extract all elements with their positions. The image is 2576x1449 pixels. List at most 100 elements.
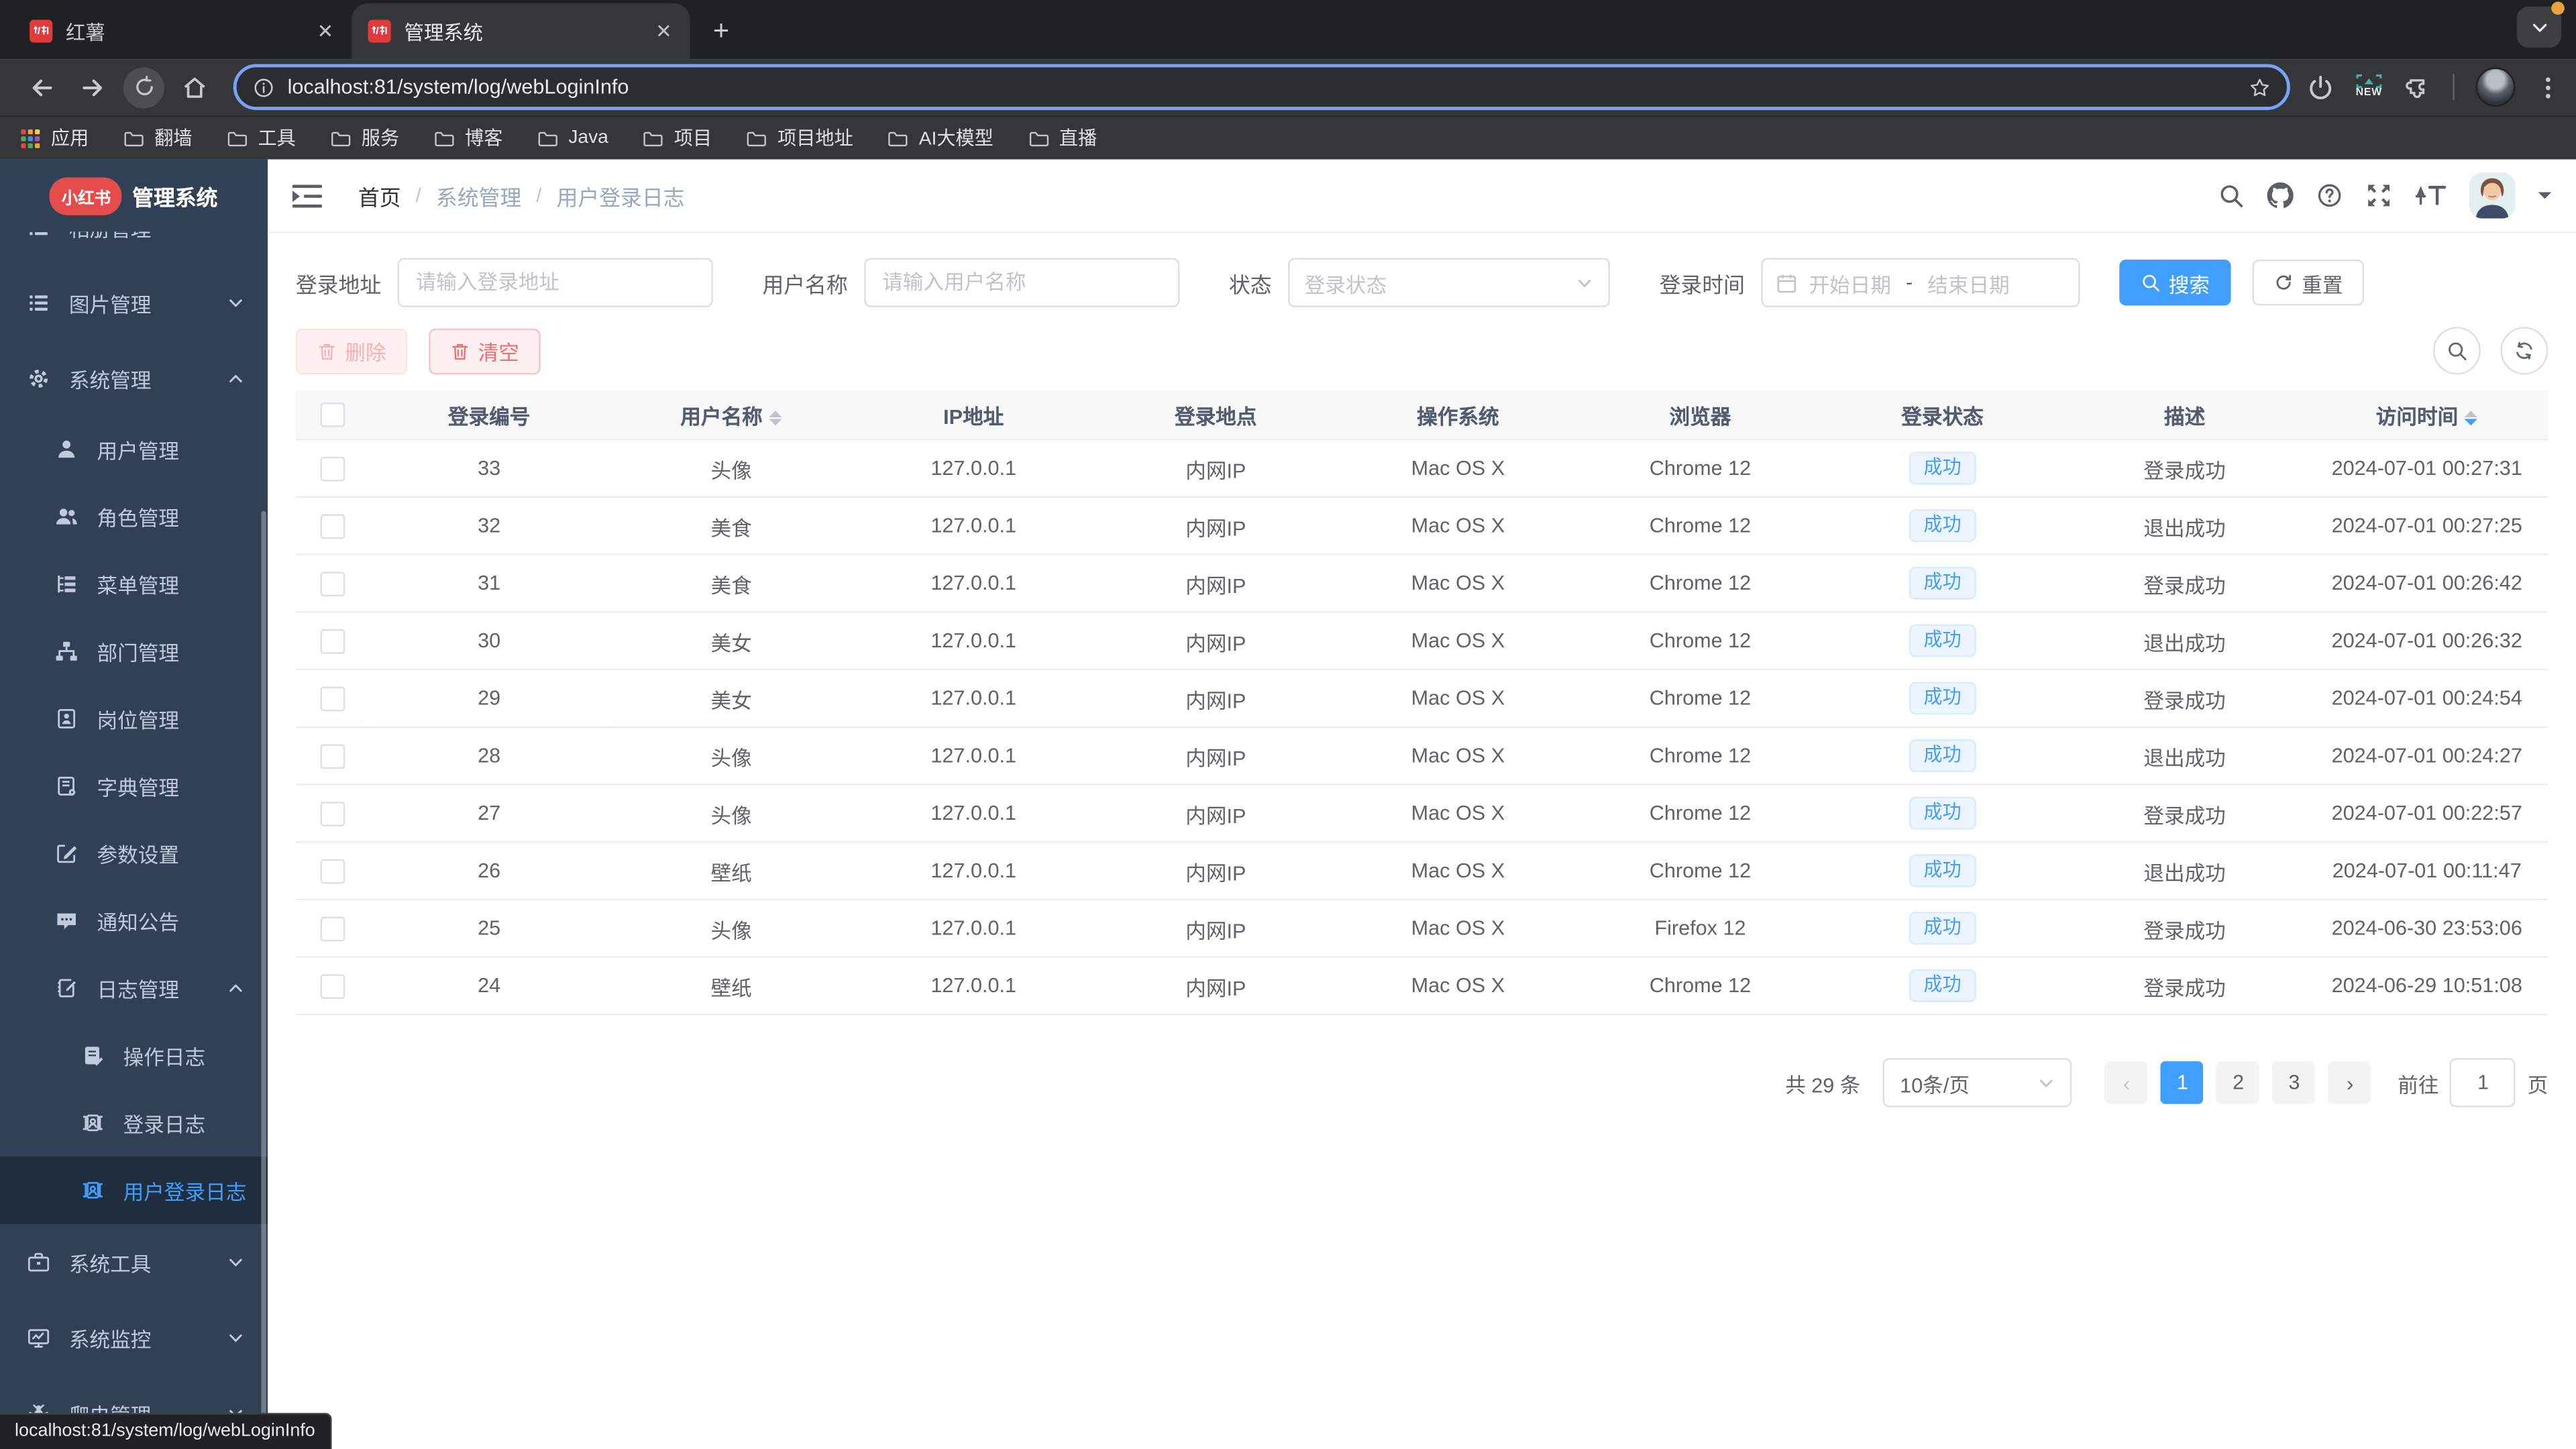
window-chevron-button[interactable] bbox=[2516, 1, 2565, 48]
select-all-checkbox[interactable] bbox=[319, 402, 345, 427]
browser-tab-2-active[interactable]: 管理系统 ✕ bbox=[352, 3, 690, 60]
sidebar-scrollbar[interactable] bbox=[261, 511, 266, 1449]
row-checkbox[interactable] bbox=[319, 686, 345, 711]
table-row[interactable]: 30 美女 127.0.0.1 内网IP Mac OS X Chrome 12 成功 退出成功… bbox=[295, 612, 2548, 671]
sidebar-item-通知公告[interactable]: 通知公告 bbox=[0, 887, 268, 954]
new-extension-icon[interactable]: NEW bbox=[2356, 74, 2382, 100]
column-header-用户名称[interactable]: 用户名称 bbox=[610, 390, 853, 440]
sidebar-item-相册管理[interactable]: 相册管理 bbox=[0, 231, 268, 264]
row-checkbox[interactable] bbox=[319, 628, 345, 653]
page-size-select[interactable]: 10条/页 bbox=[1883, 1058, 2073, 1108]
forward-icon[interactable] bbox=[79, 73, 107, 101]
cell-status: 成功 bbox=[1821, 842, 2064, 901]
table-row[interactable]: 33 头像 127.0.0.1 内网IP Mac OS X Chrome 12 成功 登录成功… bbox=[295, 438, 2548, 498]
fullscreen-icon[interactable] bbox=[2366, 182, 2392, 209]
row-checkbox[interactable] bbox=[319, 973, 345, 998]
sidebar-item-参数设置[interactable]: 参数设置 bbox=[0, 820, 268, 887]
column-header-访问时间[interactable]: 访问时间 bbox=[2306, 390, 2548, 440]
sidebar-item-操作日志[interactable]: 操作日志 bbox=[0, 1022, 268, 1089]
kebab-menu-icon[interactable] bbox=[2536, 73, 2559, 101]
sidebar-fold-icon[interactable] bbox=[292, 183, 323, 208]
sidebar-item-系统监控[interactable]: 系统监控 bbox=[0, 1299, 268, 1375]
search-button[interactable]: 搜索 bbox=[2119, 259, 2231, 306]
row-checkbox[interactable] bbox=[319, 513, 345, 539]
bookmark-item[interactable]: 服务 bbox=[330, 125, 399, 151]
power-extension-icon[interactable] bbox=[2306, 73, 2334, 101]
status-select[interactable]: 登录状态 bbox=[1288, 258, 1611, 307]
bookmark-item[interactable]: 项目 bbox=[643, 125, 712, 151]
tab-close-icon[interactable]: ✕ bbox=[651, 18, 677, 44]
sidebar-item-角色管理[interactable]: 角色管理 bbox=[0, 483, 268, 550]
prev-page-button[interactable]: ‹ bbox=[2105, 1061, 2148, 1104]
sort-carets-icon[interactable] bbox=[769, 411, 783, 426]
search-icon[interactable] bbox=[2218, 182, 2244, 209]
show-search-button[interactable] bbox=[2432, 327, 2481, 375]
tab-close-icon[interactable]: ✕ bbox=[312, 18, 338, 44]
table-row[interactable]: 31 美食 127.0.0.1 内网IP Mac OS X Chrome 12 成功 登录成功… bbox=[295, 554, 2548, 613]
font-size-icon[interactable] bbox=[2415, 182, 2447, 209]
login-address-input[interactable] bbox=[397, 258, 713, 307]
user-avatar[interactable] bbox=[2469, 172, 2516, 219]
table-row[interactable]: 24 壁纸 127.0.0.1 内网IP Mac OS X Chrome 12 成功 登录成功… bbox=[295, 957, 2548, 1016]
sort-carets-icon[interactable] bbox=[2465, 411, 2478, 426]
github-icon[interactable] bbox=[2267, 182, 2294, 209]
address-bar[interactable]: localhost:81/system/log/webLoginInfo bbox=[233, 64, 2290, 111]
help-icon[interactable] bbox=[2316, 182, 2343, 209]
page-button-3[interactable]: 3 bbox=[2273, 1061, 2316, 1104]
site-info-icon[interactable] bbox=[253, 76, 274, 98]
goto-page-input[interactable] bbox=[2450, 1058, 2516, 1108]
clear-button[interactable]: 清空 bbox=[429, 327, 541, 374]
sidebar-item-系统工具[interactable]: 系统工具 bbox=[0, 1224, 268, 1299]
page-button-2[interactable]: 2 bbox=[2216, 1061, 2260, 1104]
home-icon[interactable] bbox=[180, 73, 209, 101]
sidebar-item-岗位管理[interactable]: 岗位管理 bbox=[0, 685, 268, 752]
breadcrumb-item[interactable]: 首页 bbox=[358, 180, 401, 211]
sidebar-logo[interactable]: 小红书 管理系统 bbox=[0, 160, 268, 232]
refresh-table-button[interactable] bbox=[2500, 327, 2548, 375]
row-checkbox[interactable] bbox=[319, 801, 345, 826]
bookmark-item[interactable]: 翻墙 bbox=[123, 125, 193, 151]
table-row[interactable]: 29 美女 127.0.0.1 内网IP Mac OS X Chrome 12 成功 登录成功… bbox=[295, 669, 2548, 728]
checkbox-cell bbox=[295, 899, 368, 958]
sidebar-item-日志管理[interactable]: 日志管理 bbox=[0, 955, 268, 1022]
login-time-range-picker[interactable]: 开始日期 - 结束日期 bbox=[1761, 258, 2080, 307]
extensions-puzzle-icon[interactable] bbox=[2404, 73, 2432, 101]
sidebar-item-用户登录日志[interactable]: 用户登录日志 bbox=[0, 1157, 268, 1224]
table-row[interactable]: 25 头像 127.0.0.1 内网IP Mac OS X Firefox 12 成功 登录成… bbox=[295, 899, 2548, 958]
row-checkbox[interactable] bbox=[319, 743, 345, 769]
row-checkbox[interactable] bbox=[319, 858, 345, 883]
bookmark-item[interactable]: 直播 bbox=[1028, 125, 1097, 151]
back-icon[interactable] bbox=[28, 73, 56, 101]
reset-button[interactable]: 重置 bbox=[2252, 259, 2365, 306]
table-row[interactable]: 27 头像 127.0.0.1 内网IP Mac OS X Chrome 12 成功 登录成功… bbox=[295, 784, 2548, 843]
bookmark-star-icon[interactable] bbox=[2249, 76, 2270, 98]
sidebar-item-部门管理[interactable]: 部门管理 bbox=[0, 618, 268, 685]
next-page-button[interactable]: › bbox=[2328, 1061, 2372, 1104]
bookmark-item[interactable]: AI大模型 bbox=[888, 125, 994, 151]
row-checkbox[interactable] bbox=[319, 455, 345, 481]
bookmark-item[interactable]: 博客 bbox=[434, 125, 502, 151]
sidebar-item-菜单管理[interactable]: 菜单管理 bbox=[0, 550, 268, 617]
table-row[interactable]: 32 美食 127.0.0.1 内网IP Mac OS X Chrome 12 成功 退出成功… bbox=[295, 496, 2548, 555]
page-button-1[interactable]: 1 bbox=[2161, 1061, 2204, 1104]
row-checkbox[interactable] bbox=[319, 571, 345, 596]
delete-button[interactable]: 删除 bbox=[295, 327, 408, 374]
caret-down-icon[interactable] bbox=[2538, 192, 2552, 206]
sidebar-item-登录日志[interactable]: 登录日志 bbox=[0, 1089, 268, 1157]
table-row[interactable]: 28 头像 127.0.0.1 内网IP Mac OS X Chrome 12 成功 退出成功… bbox=[295, 727, 2548, 786]
sidebar-item-用户管理[interactable]: 用户管理 bbox=[0, 416, 268, 483]
bookmark-item[interactable]: Java bbox=[537, 127, 608, 149]
bookmark-item[interactable]: 工具 bbox=[227, 125, 296, 151]
sidebar-item-图片管理[interactable]: 图片管理 bbox=[0, 264, 268, 340]
browser-tab-1[interactable]: 红薯 ✕ bbox=[13, 3, 352, 59]
new-tab-button[interactable]: + bbox=[700, 10, 743, 53]
browser-profile-avatar[interactable] bbox=[2475, 67, 2516, 107]
row-checkbox[interactable] bbox=[319, 916, 345, 941]
bookmark-item[interactable]: 项目地址 bbox=[747, 125, 853, 151]
sidebar-item-系统管理[interactable]: 系统管理 bbox=[0, 340, 268, 416]
sidebar-item-字典管理[interactable]: 字典管理 bbox=[0, 753, 268, 820]
reload-button[interactable] bbox=[123, 66, 164, 108]
bookmark-item[interactable]: 应用 bbox=[19, 125, 89, 151]
username-input[interactable] bbox=[864, 258, 1180, 307]
table-row[interactable]: 26 壁纸 127.0.0.1 内网IP Mac OS X Chrome 12 成功 退出成功… bbox=[295, 842, 2548, 901]
